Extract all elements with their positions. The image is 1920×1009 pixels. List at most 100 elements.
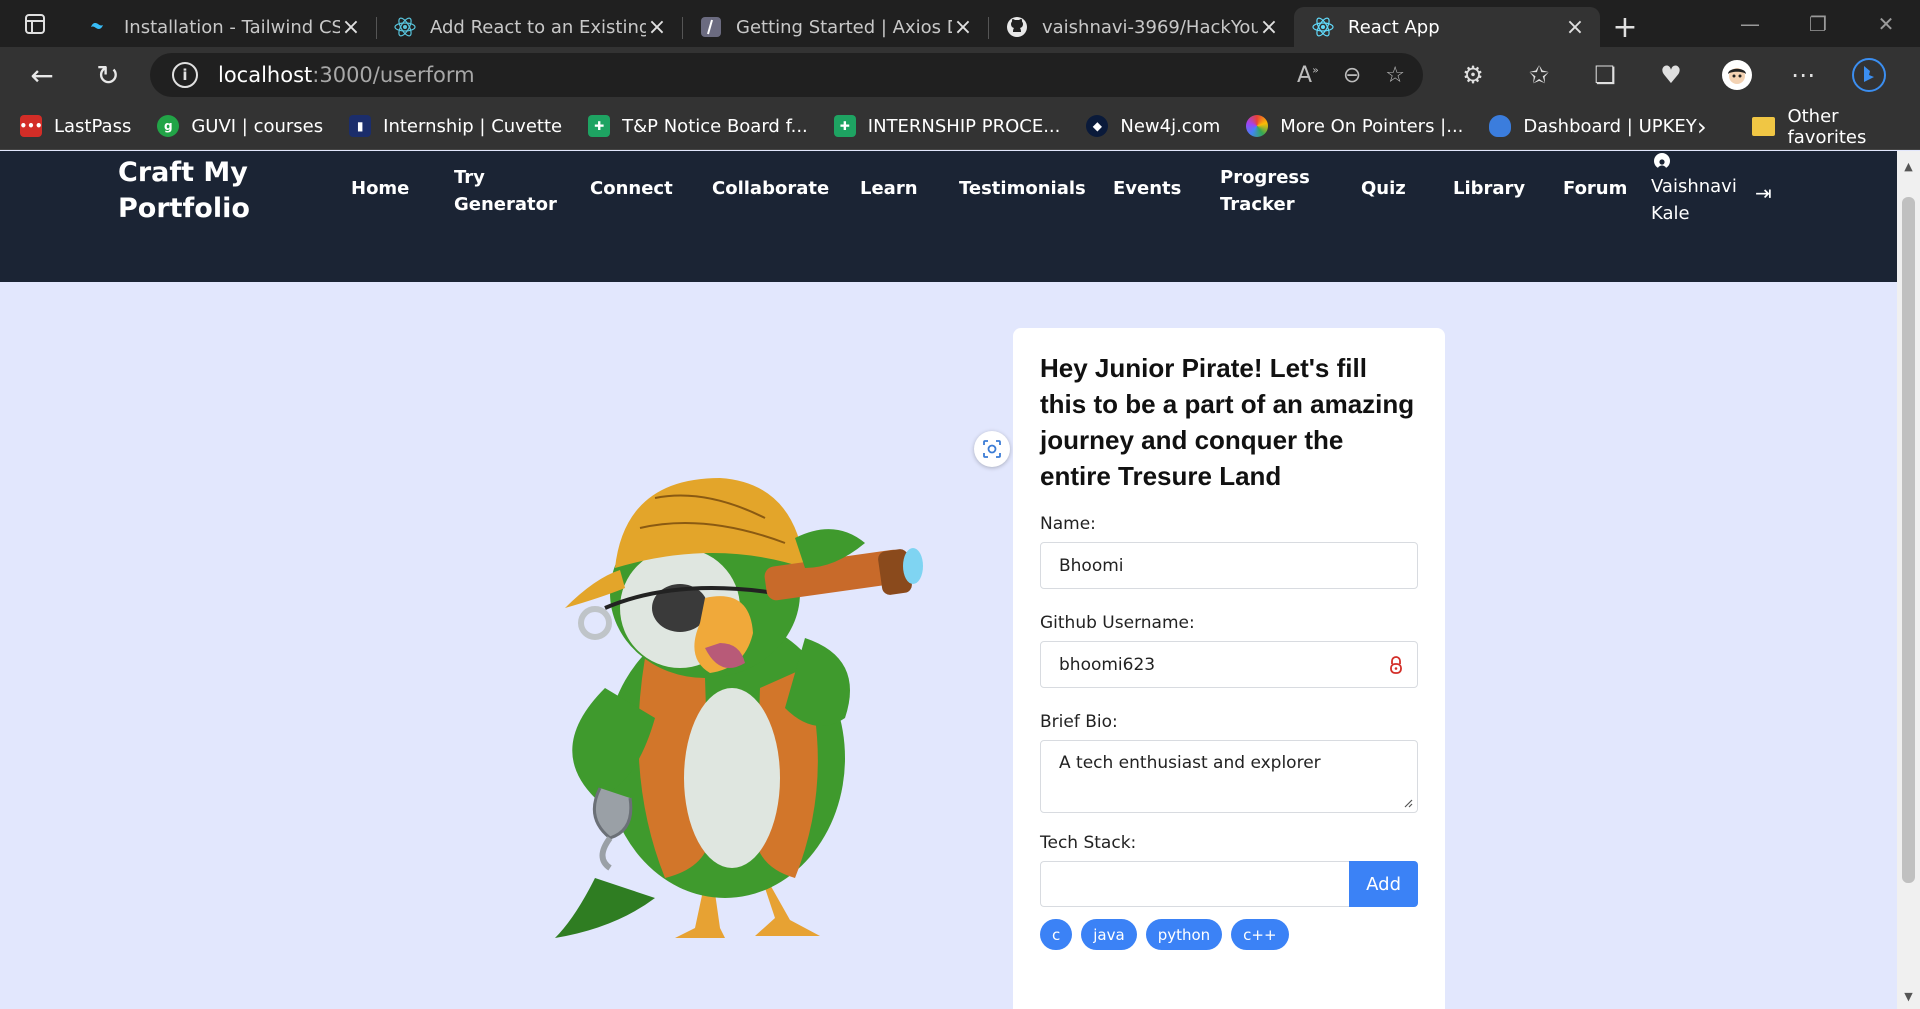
sheets-icon: ✚: [588, 115, 611, 137]
scroll-up-arrow-icon[interactable]: ▲: [1897, 155, 1920, 177]
tech-tag[interactable]: c++: [1231, 919, 1289, 950]
browser-tab[interactable]: Installation - Tailwind CSS ×: [70, 7, 376, 47]
other-favorites[interactable]: Other favorites: [1752, 103, 1920, 150]
zoom-out-icon[interactable]: ⊖: [1343, 63, 1361, 88]
password-manager-icon[interactable]: [1389, 656, 1403, 674]
axios-icon: [700, 16, 722, 38]
bookmark-internship[interactable]: ✚ INTERNSHIP PROCE...: [833, 115, 1061, 137]
close-tab-icon[interactable]: ×: [646, 15, 668, 40]
favorites-icon[interactable]: ✩: [1506, 47, 1572, 103]
nav-quiz[interactable]: Quiz: [1361, 175, 1406, 202]
toolbar: ⚙ ✩ ❏ ♥ ⋯: [1440, 47, 1902, 103]
tab-actions-button[interactable]: [0, 0, 70, 47]
bookmark-tp-notice[interactable]: ✚ T&P Notice Board f...: [588, 115, 808, 137]
page-viewport: Craft My Portfolio Home Try Generator Co…: [0, 151, 1897, 1009]
nav-collaborate[interactable]: Collaborate: [712, 175, 829, 202]
name-input[interactable]: Bhoomi: [1040, 542, 1418, 589]
refresh-button[interactable]: ↻: [78, 47, 138, 103]
collections-icon[interactable]: ❏: [1572, 47, 1638, 103]
browser-tab-strip: Installation - Tailwind CSS × Add React …: [0, 0, 1920, 47]
bookmark-lastpass[interactable]: ••• LastPass: [20, 115, 131, 137]
nav-events[interactable]: Events: [1113, 175, 1181, 202]
bookmark-guvi[interactable]: g GUVI | courses: [157, 115, 323, 137]
page-scrollbar[interactable]: ▲ ▼: [1897, 151, 1920, 1009]
user-menu[interactable]: Vaishnavi Kale: [1651, 151, 1737, 227]
guvi-icon: g: [157, 115, 180, 137]
close-tab-icon[interactable]: ×: [340, 15, 362, 40]
brief-bio-textarea[interactable]: A tech enthusiast and explorer: [1040, 740, 1418, 813]
nav-library[interactable]: Library: [1453, 175, 1525, 202]
resize-grip-icon[interactable]: [1403, 798, 1413, 808]
name-input-value: Bhoomi: [1059, 555, 1124, 576]
nav-forum[interactable]: Forum: [1563, 175, 1627, 202]
browser-tab[interactable]: Add React to an Existing P ×: [376, 7, 682, 47]
url-field[interactable]: i localhost:3000/userform A» ⊖ ☆: [150, 53, 1423, 97]
browser-tab[interactable]: vaishnavi-3969/HackYourP ×: [988, 7, 1294, 47]
tab-title: Getting Started | Axios Do: [736, 16, 952, 38]
cuvette-icon: ▮: [349, 115, 372, 137]
close-tab-icon[interactable]: ×: [1564, 15, 1586, 40]
scroll-down-arrow-icon[interactable]: ▼: [1897, 985, 1920, 1007]
sheets-icon: ✚: [833, 115, 856, 137]
site-info-icon[interactable]: i: [172, 62, 198, 88]
tech-tag[interactable]: python: [1145, 919, 1223, 950]
tailwind-icon: [88, 16, 110, 38]
nav-testimonials[interactable]: Testimonials: [959, 175, 1086, 202]
brand-logo[interactable]: Craft My Portfolio: [118, 155, 278, 227]
logout-icon[interactable]: ⇥: [1755, 181, 1772, 205]
tech-tag[interactable]: c: [1040, 919, 1073, 950]
copilot-icon[interactable]: [1836, 47, 1902, 103]
github-username-input[interactable]: bhoomi623: [1040, 641, 1418, 688]
bookmark-label: GUVI | courses: [191, 115, 324, 137]
bookmark-label: New4j.com: [1120, 115, 1221, 137]
close-tab-icon[interactable]: ×: [952, 15, 974, 40]
restore-icon[interactable]: ❐: [1784, 0, 1852, 47]
user-name: Vaishnavi Kale: [1651, 176, 1737, 224]
profile-avatar-icon[interactable]: [1704, 47, 1770, 103]
bookmarks-bar: ••• LastPass g GUVI | courses ▮ Internship …: [0, 103, 1920, 150]
bookmark-label: T&P Notice Board f...: [622, 115, 808, 137]
bio-textarea-value: A tech enthusiast and explorer: [1059, 753, 1321, 773]
browser-tab[interactable]: Getting Started | Axios Do ×: [682, 7, 988, 47]
visual-search-icon: [983, 440, 1001, 458]
url-path: :3000/userform: [312, 63, 475, 87]
new-tab-button[interactable]: +: [1600, 7, 1650, 47]
tab-actions-icon: [25, 13, 45, 34]
close-tab-icon[interactable]: ×: [1258, 15, 1280, 40]
bookmark-label: INTERNSHIP PROCE...: [867, 115, 1061, 137]
nav-try-generator[interactable]: Try Generator: [454, 164, 557, 218]
react-icon: [394, 16, 416, 38]
bookmark-cuvette[interactable]: ▮ Internship | Cuvette: [349, 115, 562, 137]
add-tech-button[interactable]: Add: [1349, 861, 1418, 907]
browser-essentials-icon[interactable]: ♥: [1638, 47, 1704, 103]
tech-stack-input[interactable]: [1040, 861, 1350, 907]
tech-tag[interactable]: java: [1081, 919, 1137, 950]
minimize-icon[interactable]: —: [1716, 0, 1784, 47]
more-bookmarks-chevron-icon[interactable]: ›: [1697, 103, 1707, 150]
tab-title: Installation - Tailwind CSS: [124, 16, 340, 38]
nav-connect[interactable]: Connect: [590, 175, 673, 202]
add-favorite-icon[interactable]: ☆: [1385, 63, 1405, 88]
more-options-icon[interactable]: ⋯: [1770, 47, 1836, 103]
nav-home[interactable]: Home: [351, 175, 409, 202]
name-label: Name:: [1040, 514, 1096, 534]
nav-progress-tracker[interactable]: Progress Tracker: [1220, 164, 1310, 218]
bookmark-neo4j[interactable]: ◆ New4j.com: [1086, 115, 1220, 137]
pirate-parrot-illustration: [555, 478, 923, 938]
back-button[interactable]: ←: [12, 47, 72, 103]
scrollbar-thumb[interactable]: [1902, 197, 1915, 883]
browser-tab-active[interactable]: React App ×: [1294, 7, 1600, 47]
extensions-icon[interactable]: ⚙: [1440, 47, 1506, 103]
other-favorites-label: Other favorites: [1787, 105, 1867, 148]
plus-icon: +: [1612, 9, 1638, 45]
app-navbar: Craft My Portfolio Home Try Generator Co…: [0, 151, 1897, 282]
tech-stack-tags: c java python c++: [1040, 919, 1418, 950]
bookmark-upkey[interactable]: Dashboard | UPKEY: [1489, 115, 1697, 137]
close-window-icon[interactable]: ✕: [1852, 0, 1920, 47]
tech-stack-label: Tech Stack:: [1040, 833, 1137, 853]
nav-learn[interactable]: Learn: [860, 175, 918, 202]
read-aloud-icon[interactable]: A»: [1297, 63, 1319, 88]
tech-stack-row: Add: [1040, 861, 1418, 907]
bookmark-pointers[interactable]: More On Pointers |...: [1246, 115, 1463, 137]
visual-search-button[interactable]: [974, 431, 1010, 467]
